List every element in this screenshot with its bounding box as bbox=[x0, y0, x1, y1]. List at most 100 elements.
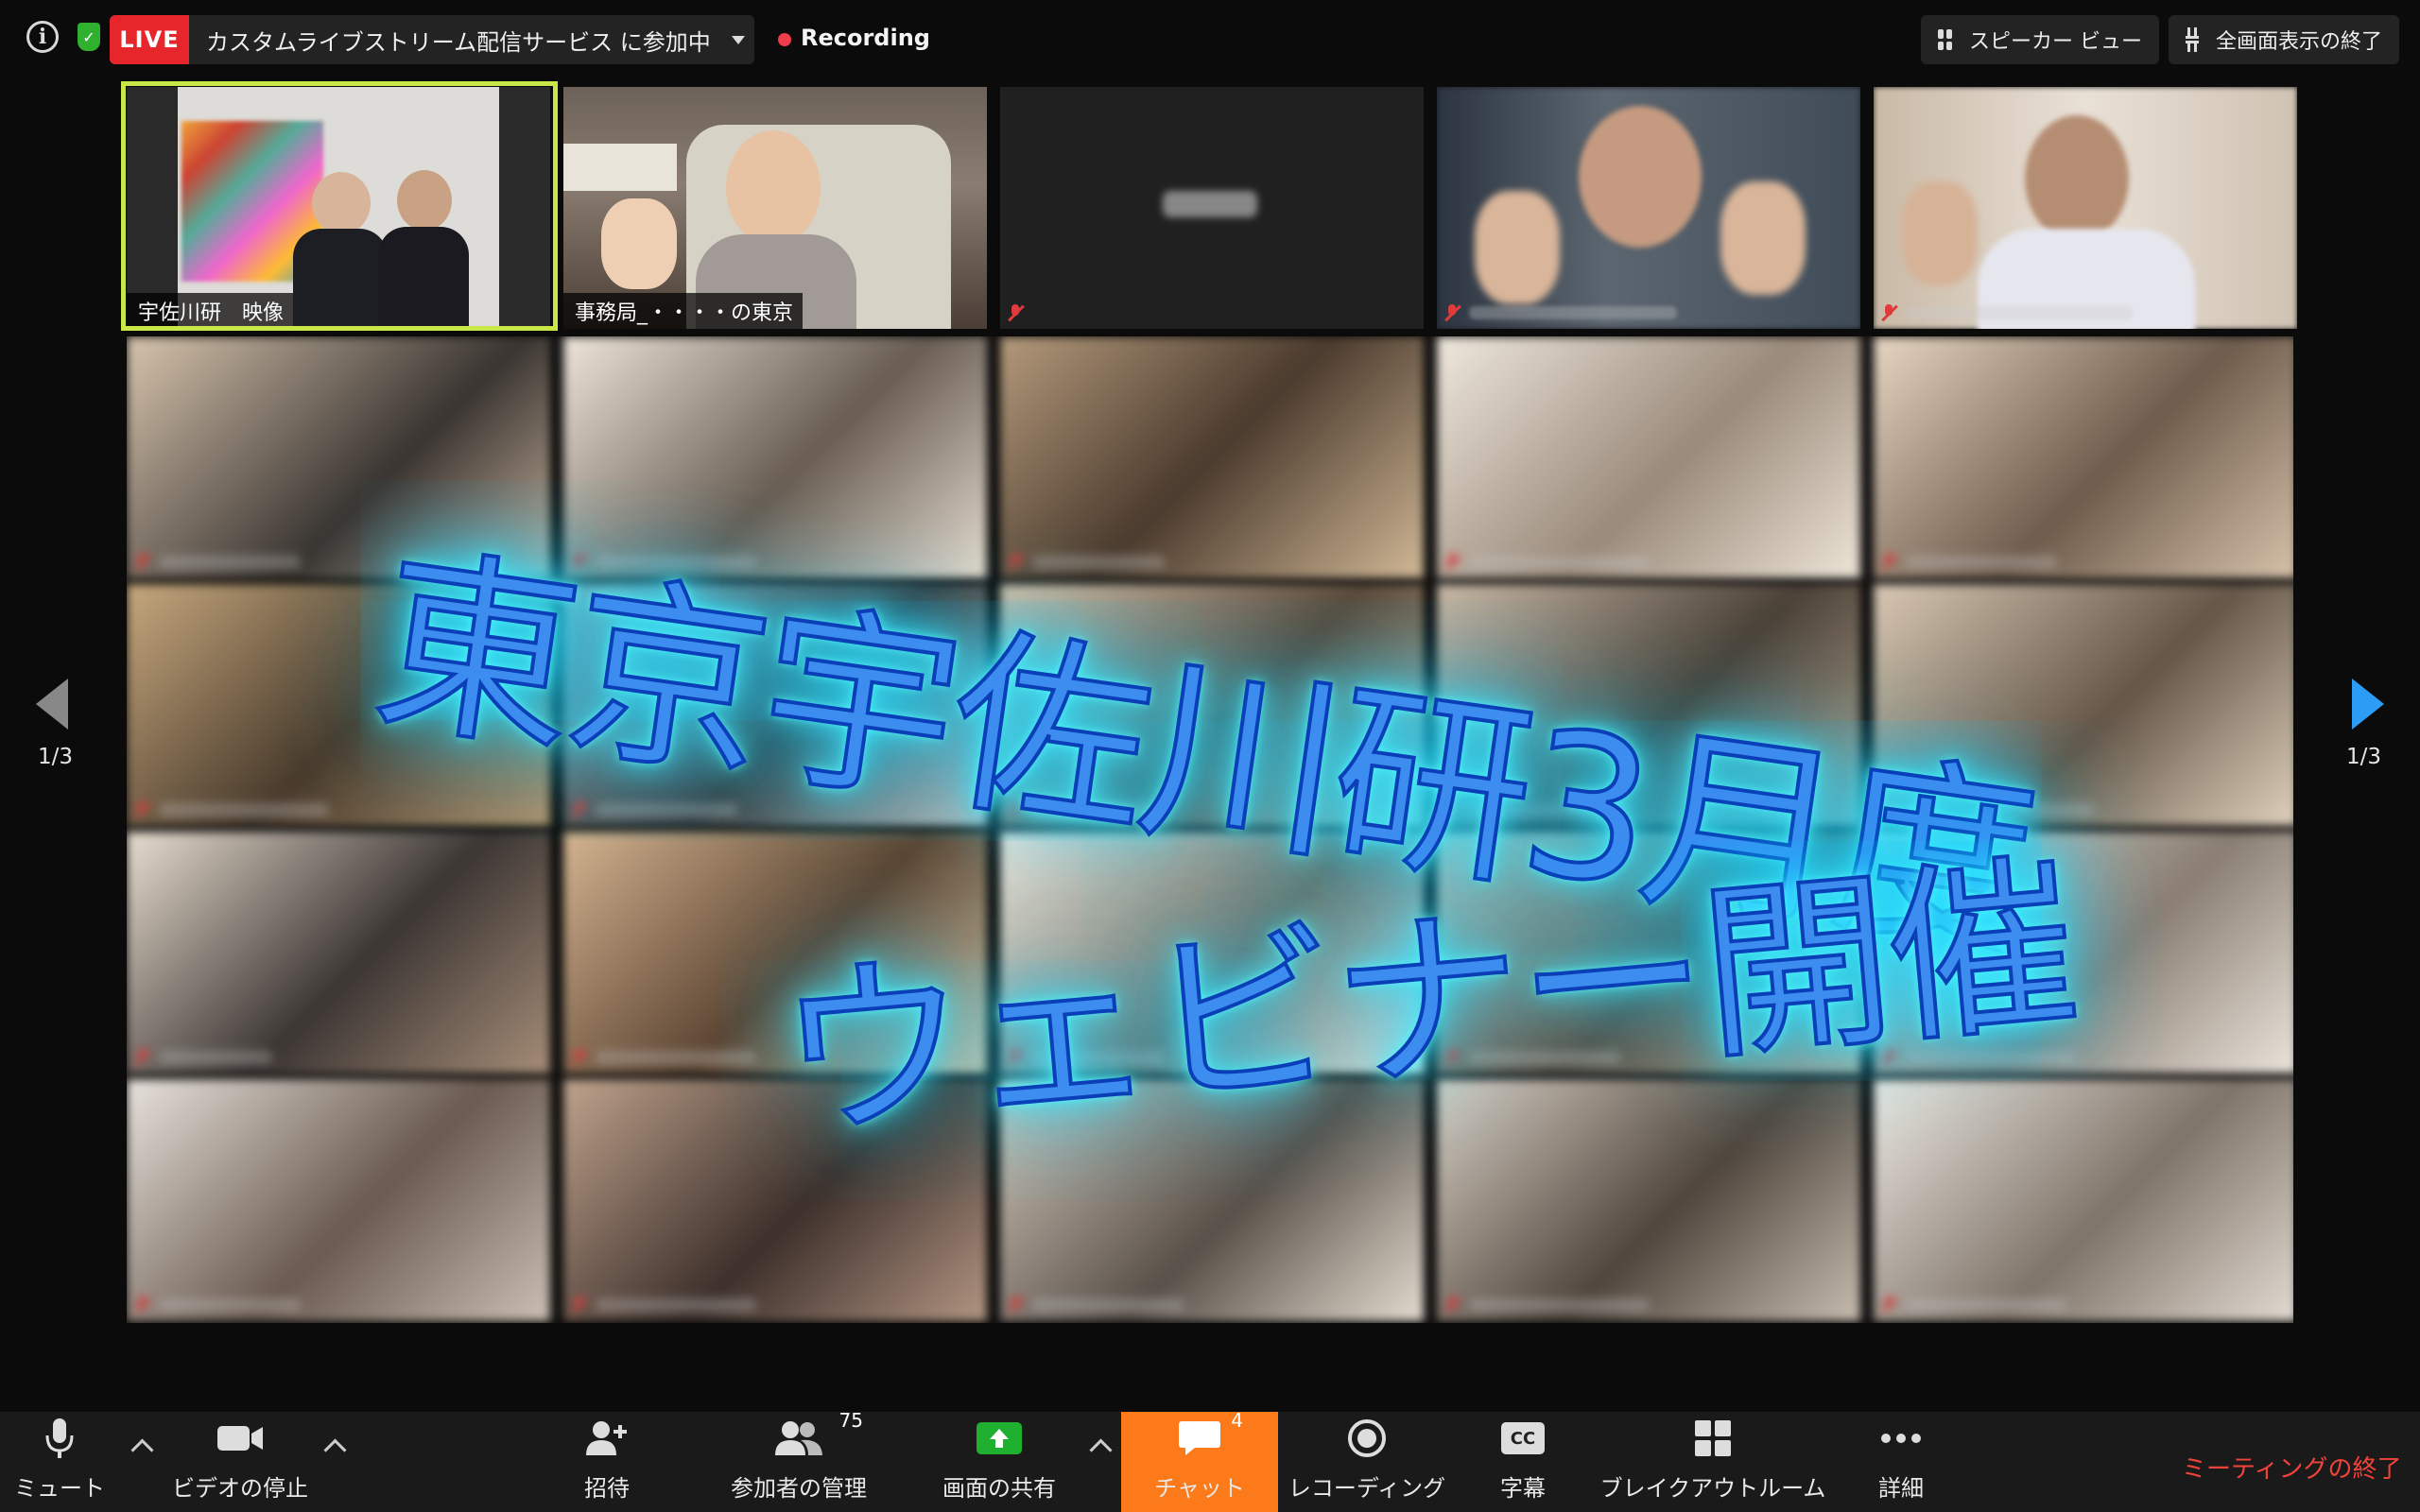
video-options-caret-icon[interactable] bbox=[323, 1438, 347, 1462]
audio-options-caret-icon[interactable] bbox=[130, 1438, 154, 1462]
mute-button[interactable]: ミュート bbox=[8, 1412, 112, 1512]
stop-video-button[interactable]: ビデオの停止 bbox=[166, 1412, 314, 1512]
closed-caption-icon: CC bbox=[1495, 1415, 1551, 1462]
video-tile[interactable] bbox=[1874, 336, 2293, 578]
video-tile[interactable] bbox=[1874, 832, 2293, 1074]
exit-fullscreen-label: 全画面表示の終了 bbox=[2215, 30, 2382, 54]
video-tile[interactable] bbox=[563, 336, 987, 578]
video-tile[interactable] bbox=[127, 832, 550, 1074]
person-head bbox=[726, 130, 821, 246]
recording-status: Recording bbox=[801, 25, 930, 51]
recording-dot-icon bbox=[778, 33, 791, 46]
video-tile[interactable] bbox=[563, 832, 987, 1074]
more-button[interactable]: 詳細 bbox=[1858, 1412, 1944, 1512]
active-speaker-border bbox=[121, 81, 558, 331]
muted-mic-icon bbox=[1008, 554, 1023, 571]
invite-button[interactable]: 招待 bbox=[560, 1412, 654, 1512]
video-camera-icon bbox=[212, 1415, 268, 1462]
muted-mic-icon bbox=[1881, 554, 1896, 571]
muted-mic-icon bbox=[1881, 801, 1896, 818]
participant-gallery bbox=[127, 336, 2293, 1323]
video-tile[interactable] bbox=[127, 584, 550, 826]
chevron-down-icon[interactable] bbox=[731, 35, 745, 44]
blurred-name bbox=[1163, 191, 1257, 217]
muted-mic-icon bbox=[1444, 801, 1460, 818]
add-user-icon bbox=[579, 1415, 635, 1462]
video-tile[interactable] bbox=[127, 336, 550, 578]
info-icon[interactable]: i bbox=[26, 21, 59, 53]
muted-mic-icon bbox=[1008, 801, 1023, 818]
waving-hand bbox=[1902, 181, 1978, 285]
video-tile[interactable] bbox=[1000, 832, 1424, 1074]
encryption-shield-icon[interactable]: ✓ bbox=[78, 23, 100, 51]
muted-mic-icon bbox=[1444, 1297, 1460, 1314]
video-tile-participant[interactable] bbox=[1437, 87, 1860, 329]
share-options-caret-icon[interactable] bbox=[1089, 1438, 1113, 1462]
muted-mic-icon bbox=[134, 1297, 149, 1314]
person-head bbox=[1579, 106, 1702, 248]
stop-video-label: ビデオの停止 bbox=[172, 1475, 308, 1502]
end-meeting-button[interactable]: ミーティングの終了 bbox=[2182, 1450, 2401, 1485]
speaker-view-button[interactable]: スピーカー ビュー bbox=[1921, 15, 2159, 64]
captions-button[interactable]: CC 字幕 bbox=[1480, 1412, 1565, 1512]
speaker-view-label: スピーカー ビュー bbox=[1969, 30, 2142, 54]
more-label: 詳細 bbox=[1878, 1475, 1924, 1502]
exit-fullscreen-button[interactable]: 全画面表示の終了 bbox=[2169, 15, 2399, 64]
next-page-icon[interactable] bbox=[2352, 679, 2384, 730]
muted-mic-icon bbox=[1881, 1297, 1896, 1314]
microphone-icon bbox=[31, 1415, 88, 1462]
video-tile-participant[interactable] bbox=[1874, 87, 2297, 329]
muted-mic-icon bbox=[571, 1049, 586, 1066]
share-screen-label: 画面の共有 bbox=[942, 1475, 1056, 1502]
gallery-grid-icon bbox=[1938, 29, 1952, 50]
video-tile[interactable] bbox=[563, 1079, 987, 1321]
video-tile[interactable] bbox=[1000, 584, 1424, 826]
muted-mic-icon bbox=[1444, 304, 1460, 321]
video-tile[interactable] bbox=[1437, 832, 1860, 1074]
chat-button[interactable]: 4 チャット bbox=[1121, 1409, 1278, 1512]
captions-label: 字幕 bbox=[1500, 1475, 1546, 1502]
video-tile-jimukyoku[interactable]: 事務局_・・・・の東京 bbox=[563, 87, 987, 329]
live-stream-pill[interactable]: LIVE カスタムライブストリーム配信サービス に参加中 bbox=[110, 15, 754, 64]
video-tile[interactable] bbox=[1437, 1079, 1860, 1321]
participants-count: 75 bbox=[838, 1409, 863, 1432]
muted-mic-icon bbox=[571, 801, 586, 818]
breakout-rooms-button[interactable]: ブレイクアウトルーム bbox=[1598, 1412, 1828, 1512]
video-tile[interactable] bbox=[1874, 584, 2293, 826]
muted-mic-icon bbox=[1008, 1297, 1023, 1314]
waving-hand bbox=[601, 198, 677, 289]
previous-page-icon[interactable] bbox=[36, 679, 68, 730]
muted-mic-icon bbox=[1008, 304, 1023, 321]
muted-mic-icon bbox=[571, 1297, 586, 1314]
manage-participants-button[interactable]: 75 参加者の管理 bbox=[720, 1409, 877, 1512]
chat-label: チャット bbox=[1154, 1475, 1245, 1502]
record-icon bbox=[1339, 1415, 1395, 1462]
recording-button[interactable]: レコーディング bbox=[1288, 1412, 1446, 1512]
video-tile[interactable] bbox=[1000, 336, 1424, 578]
video-tile-camera-off[interactable] bbox=[1000, 87, 1424, 329]
invite-label: 招待 bbox=[584, 1475, 630, 1502]
video-tile[interactable] bbox=[1000, 1079, 1424, 1321]
video-tile[interactable] bbox=[1437, 584, 1860, 826]
muted-mic-icon bbox=[134, 1049, 149, 1066]
video-tile[interactable] bbox=[127, 1079, 550, 1321]
breakout-rooms-icon bbox=[1685, 1415, 1741, 1462]
page-indicator-left: 1/3 bbox=[38, 745, 74, 769]
video-tile[interactable] bbox=[1437, 336, 1860, 578]
page-indicator-right: 1/3 bbox=[2346, 745, 2382, 769]
muted-mic-icon bbox=[134, 554, 149, 571]
muted-mic-icon bbox=[134, 801, 149, 818]
live-stream-status: カスタムライブストリーム配信サービス に参加中 bbox=[206, 28, 711, 56]
mute-label: ミュート bbox=[14, 1475, 105, 1502]
waving-hand bbox=[1720, 181, 1806, 295]
recording-label: レコーディング bbox=[1288, 1475, 1446, 1502]
video-tile[interactable] bbox=[1874, 1079, 2293, 1321]
muted-mic-icon bbox=[1881, 304, 1896, 321]
meeting-toolbar: ミュート ビデオの停止 招待 75 参加者の管理 画面の共有 4 チャット レコ… bbox=[0, 1409, 2420, 1512]
live-badge: LIVE bbox=[110, 15, 189, 64]
video-tile[interactable] bbox=[563, 584, 987, 826]
breakout-rooms-label: ブレイクアウトルーム bbox=[1599, 1475, 1826, 1502]
cc-badge: CC bbox=[1501, 1422, 1545, 1454]
share-screen-button[interactable]: 画面の共有 bbox=[936, 1412, 1063, 1512]
chat-unread-count: 4 bbox=[1231, 1409, 1243, 1432]
